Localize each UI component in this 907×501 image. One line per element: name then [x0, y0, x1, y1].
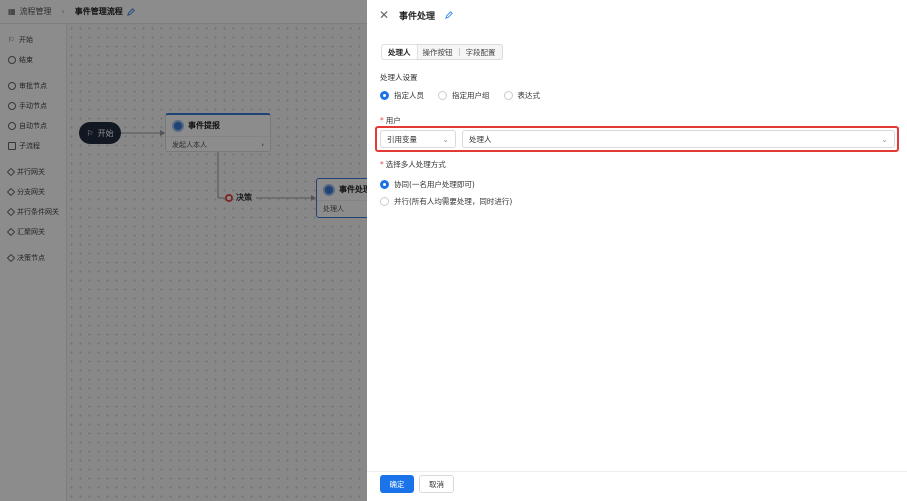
cancel-button[interactable]: 取消 — [419, 475, 454, 493]
tab-handler[interactable]: 处理人 — [382, 45, 417, 59]
multi-mode-label: * 选择多人处理方式 — [380, 160, 446, 169]
chevron-down-icon: ⌄ — [881, 134, 888, 144]
confirm-button[interactable]: 确定 — [380, 475, 414, 493]
user-field-label: * 用户 — [380, 116, 401, 125]
handler-variable-select[interactable]: 处理人 ⌄ — [462, 130, 895, 148]
radio-parallel[interactable]: 并行(所有人均需要处理，同时进行) — [380, 196, 512, 207]
radio-checked — [380, 91, 389, 100]
tab-buttons[interactable]: 操作按钮 — [417, 45, 459, 59]
handler-type-radio-group: 指定人员 指定用户组 表达式 — [380, 90, 540, 101]
radio-unchecked — [438, 91, 447, 100]
radio-unchecked — [380, 197, 389, 206]
radio-expression[interactable]: 表达式 — [503, 90, 540, 101]
select-value: 处理人 — [469, 134, 492, 144]
radio-user-group[interactable]: 指定用户组 — [438, 90, 490, 101]
config-tabs: 处理人 操作按钮 字段配置 — [381, 44, 503, 60]
radio-checked — [380, 180, 389, 189]
radio-collaborative[interactable]: 协同(一名用户处理即可) — [380, 179, 512, 190]
tab-fields[interactable]: 字段配置 — [460, 45, 502, 59]
handler-settings-label: 处理人设置 — [380, 73, 418, 82]
chevron-down-icon: ⌄ — [442, 134, 449, 144]
close-icon[interactable]: ✕ — [379, 8, 389, 22]
radio-unchecked — [503, 91, 513, 100]
radio-specified-users[interactable]: 指定人员 — [380, 90, 424, 101]
required-mark: * — [380, 160, 384, 169]
node-config-drawer: ✕ 事件处理 处理人 操作按钮 字段配置 处理人设置 指定人员 指定用户组 表达… — [367, 0, 907, 501]
multi-mode-radio-group: 协同(一名用户处理即可) 并行(所有人均需要处理，同时进行) — [380, 179, 512, 207]
required-mark: * — [380, 116, 384, 125]
source-type-select[interactable]: 引用变量 ⌄ — [380, 130, 456, 148]
edit-icon[interactable] — [445, 11, 453, 19]
modal-overlay[interactable] — [0, 0, 367, 501]
drawer-title: 事件处理 — [399, 11, 436, 22]
select-value: 引用变量 — [387, 134, 417, 144]
